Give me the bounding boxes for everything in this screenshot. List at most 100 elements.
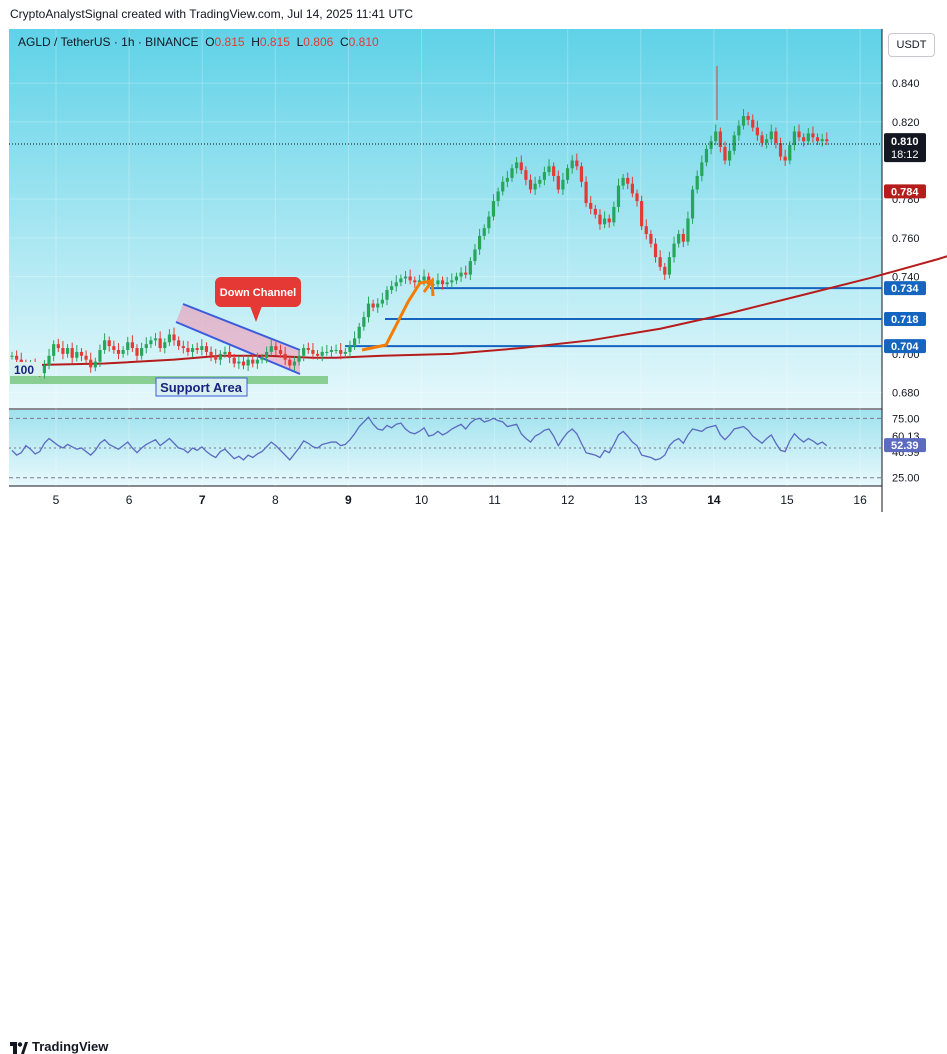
candle-body: [681, 233, 685, 242]
time-tick-label: 9: [345, 493, 352, 507]
candle-body: [482, 228, 486, 236]
candle-body: [10, 355, 14, 357]
candle-body: [783, 156, 787, 161]
time-tick-label: 5: [53, 493, 60, 507]
candle-body: [195, 348, 199, 350]
candle-body: [473, 249, 477, 262]
candle-body: [181, 346, 185, 349]
candle-body: [98, 349, 102, 362]
candle-body: [149, 340, 153, 345]
candle-body: [741, 116, 746, 126]
candle-body: [320, 351, 324, 356]
candle-body: [186, 348, 190, 352]
close-value: 0.810: [348, 35, 379, 49]
rsi-tick-label: 25.00: [892, 473, 920, 485]
candle-body: [667, 257, 672, 275]
candle-body: [718, 131, 722, 147]
candle-body: [343, 351, 347, 354]
candle-body: [144, 344, 148, 349]
candle-body: [163, 342, 167, 349]
candle-body: [84, 355, 88, 360]
candle-body: [283, 353, 287, 360]
support-area-label: Support Area: [160, 380, 243, 395]
price-tick-label: 0.680: [892, 388, 920, 400]
price-chart[interactable]: Support Area Down Channel 100 0.840 0.820…: [0, 0, 947, 550]
candle-body: [815, 137, 820, 142]
candle-body: [561, 179, 565, 190]
candle-body: [640, 201, 644, 227]
candle-body: [302, 348, 306, 356]
candle-body: [533, 183, 537, 190]
candle-body: [376, 303, 380, 308]
tradingview-icon: [10, 1041, 28, 1054]
candle-body: [399, 278, 403, 283]
candle-body: [408, 276, 412, 281]
main-pane-bg: [9, 29, 882, 408]
candle-body: [602, 218, 607, 225]
candle-body: [65, 348, 70, 354]
candle-body: [575, 160, 579, 167]
time-axis[interactable]: 5 6 7 8 9 10 11 12 13 14 15 16: [53, 493, 867, 507]
candle-body: [232, 357, 236, 364]
candle-body: [649, 233, 653, 244]
time-tick-label: 10: [415, 493, 429, 507]
candle-body: [140, 348, 144, 356]
candle-body: [454, 276, 459, 281]
candle-body: [519, 162, 523, 171]
candle-body: [172, 334, 176, 341]
current-price-badge: 0.810: [891, 136, 919, 148]
candle-body: [811, 133, 815, 138]
candle-body: [107, 340, 111, 347]
candle-body: [366, 303, 371, 318]
candle-body: [727, 150, 732, 161]
candle-body: [737, 125, 741, 136]
candle-body: [246, 359, 250, 366]
candle-body: [352, 338, 357, 347]
candle-body: [686, 218, 690, 242]
candle-body: [112, 346, 116, 350]
candle-body: [769, 131, 773, 140]
candle-body: [709, 141, 713, 149]
candle-body: [760, 135, 764, 144]
candle-body: [547, 166, 551, 173]
level-badge: 0.734: [891, 283, 919, 295]
open-label: O: [205, 35, 215, 49]
ma-value-badge: 0.784: [891, 186, 919, 198]
candle-body: [218, 353, 222, 360]
label-100-text: 100: [14, 363, 34, 377]
candle-body: [579, 166, 584, 182]
price-tick-label: 0.840: [892, 78, 920, 90]
candle-body: [116, 349, 121, 354]
candle-body: [695, 175, 699, 190]
currency-button[interactable]: USDT: [888, 33, 935, 57]
candle-body: [524, 170, 528, 180]
candle-body: [755, 127, 759, 136]
candle-body: [584, 181, 588, 204]
candle-body: [528, 179, 533, 190]
candle-body: [75, 351, 79, 358]
candle-body: [130, 342, 134, 349]
candle-body: [765, 139, 769, 144]
candle-body: [751, 119, 755, 128]
candle-body: [47, 355, 51, 366]
candle-body: [413, 280, 417, 283]
price-badges: 0.81018:12 0.784 0.734 0.718 0.704 52.39: [884, 133, 926, 453]
candle-body: [394, 282, 398, 287]
candle-body: [612, 206, 616, 223]
high-value: 0.815: [259, 35, 290, 49]
candle-body: [348, 346, 352, 352]
candle-body: [42, 365, 47, 374]
time-tick-label: 7: [199, 493, 206, 507]
candle-body: [167, 334, 172, 343]
candle-body: [209, 351, 213, 356]
candle-body: [690, 189, 695, 219]
candle-body: [635, 193, 639, 202]
symbol-legend: AGLD / TetherUS · 1h · BINANCE O0.815 H0…: [18, 35, 379, 49]
candle-body: [806, 133, 810, 142]
candle-body: [292, 361, 297, 366]
time-tick-label: 6: [126, 493, 133, 507]
candle-body: [746, 116, 750, 120]
candle-body: [93, 361, 97, 368]
candle-body: [200, 346, 204, 350]
footer-bar: TradingView: [0, 515, 947, 1054]
